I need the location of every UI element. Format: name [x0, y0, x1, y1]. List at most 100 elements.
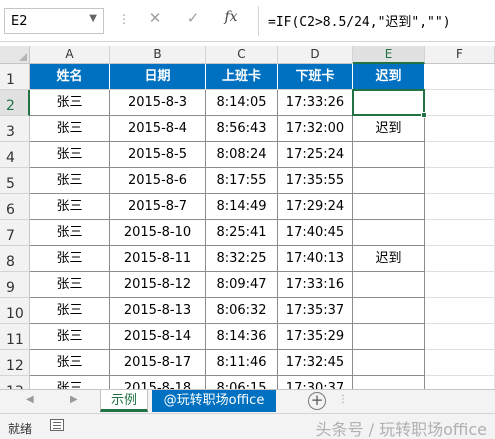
cell-a13[interactable]: 张三 — [30, 376, 110, 389]
cell-f4[interactable] — [425, 142, 495, 168]
cell-a3[interactable]: 张三 — [30, 116, 110, 142]
cell-c2[interactable]: 8:14:05 — [206, 90, 278, 116]
row-header-3[interactable]: 3 — [0, 116, 30, 142]
cancel-icon[interactable]: ✕ — [143, 9, 167, 31]
cell-f11[interactable] — [425, 324, 495, 350]
cell-e11[interactable] — [353, 324, 425, 350]
cell-b9[interactable]: 2015-8-12 — [110, 272, 206, 298]
cell-f12[interactable] — [425, 350, 495, 376]
cell-e2[interactable] — [353, 90, 425, 116]
cell-c4[interactable]: 8:08:24 — [206, 142, 278, 168]
cell-e10[interactable] — [353, 298, 425, 324]
column-header-c[interactable]: C — [206, 46, 278, 64]
cell-d10[interactable]: 17:35:37 — [278, 298, 353, 324]
insert-function-icon[interactable]: fx — [219, 9, 243, 31]
sheet-tab-example[interactable]: 示例 — [100, 390, 148, 412]
row-header-10[interactable]: 10 — [0, 298, 30, 324]
cell-f9[interactable] — [425, 272, 495, 298]
cell-d4[interactable]: 17:25:24 — [278, 142, 353, 168]
cell-a12[interactable]: 张三 — [30, 350, 110, 376]
column-header-a[interactable]: A — [30, 46, 110, 64]
cell-a2[interactable]: 张三 — [30, 90, 110, 116]
cell-e7[interactable] — [353, 220, 425, 246]
cell-d8[interactable]: 17:40:13 — [278, 246, 353, 272]
cell-f5[interactable] — [425, 168, 495, 194]
cell-e3[interactable]: 迟到 — [353, 116, 425, 142]
cell-b13[interactable]: 2015-8-18 — [110, 376, 206, 389]
cell-e9[interactable] — [353, 272, 425, 298]
cell-b4[interactable]: 2015-8-5 — [110, 142, 206, 168]
cell-c12[interactable]: 8:11:46 — [206, 350, 278, 376]
cell-d3[interactable]: 17:32:00 — [278, 116, 353, 142]
cell-d11[interactable]: 17:35:29 — [278, 324, 353, 350]
formula-input[interactable]: =IF(C2>8.5/24,"迟到","") — [268, 11, 451, 30]
cell-a9[interactable]: 张三 — [30, 272, 110, 298]
cell-a1[interactable]: 姓名 — [30, 64, 110, 90]
cell-c13[interactable]: 8:06:15 — [206, 376, 278, 389]
row-header-13[interactable]: 13 — [0, 376, 30, 389]
column-header-e[interactable]: E — [353, 46, 425, 64]
cell-f13[interactable] — [425, 376, 495, 389]
cell-f6[interactable] — [425, 194, 495, 220]
cell-f1[interactable] — [425, 64, 495, 90]
cell-e1[interactable]: 迟到 — [353, 64, 425, 90]
cell-e5[interactable] — [353, 168, 425, 194]
column-header-d[interactable]: D — [278, 46, 353, 64]
cell-e12[interactable] — [353, 350, 425, 376]
cell-a4[interactable]: 张三 — [30, 142, 110, 168]
row-header-11[interactable]: 11 — [0, 324, 30, 350]
cell-b10[interactable]: 2015-8-13 — [110, 298, 206, 324]
cell-b11[interactable]: 2015-8-14 — [110, 324, 206, 350]
cell-e6[interactable] — [353, 194, 425, 220]
cell-d9[interactable]: 17:33:16 — [278, 272, 353, 298]
cell-a7[interactable]: 张三 — [30, 220, 110, 246]
scroll-right-icon[interactable]: ▶ — [70, 394, 78, 405]
cell-d2[interactable]: 17:33:26 — [278, 90, 353, 116]
cell-c1[interactable]: 上班卡 — [206, 64, 278, 90]
column-header-f[interactable]: F — [425, 46, 495, 64]
drag-handle-icon[interactable]: ⋮ — [118, 12, 130, 26]
cell-b12[interactable]: 2015-8-17 — [110, 350, 206, 376]
cell-c8[interactable]: 8:32:25 — [206, 246, 278, 272]
cell-b1[interactable]: 日期 — [110, 64, 206, 90]
cell-c6[interactable]: 8:14:49 — [206, 194, 278, 220]
more-icon[interactable]: ⋮ — [338, 394, 348, 405]
cell-f7[interactable] — [425, 220, 495, 246]
cell-b5[interactable]: 2015-8-6 — [110, 168, 206, 194]
row-header-12[interactable]: 12 — [0, 350, 30, 376]
cell-b6[interactable]: 2015-8-7 — [110, 194, 206, 220]
cell-a5[interactable]: 张三 — [30, 168, 110, 194]
cell-d12[interactable]: 17:32:45 — [278, 350, 353, 376]
row-header-2[interactable]: 2 — [0, 90, 30, 116]
row-header-1[interactable]: 1 — [0, 64, 30, 90]
enter-icon[interactable]: ✓ — [181, 9, 205, 31]
cell-c5[interactable]: 8:17:55 — [206, 168, 278, 194]
cell-d6[interactable]: 17:29:24 — [278, 194, 353, 220]
cell-b8[interactable]: 2015-8-11 — [110, 246, 206, 272]
sheet-tab-office[interactable]: @玩转职场office — [152, 390, 276, 412]
name-box[interactable]: E2 ▼ — [4, 8, 104, 34]
cell-b7[interactable]: 2015-8-10 — [110, 220, 206, 246]
cell-e8[interactable]: 迟到 — [353, 246, 425, 272]
row-header-9[interactable]: 9 — [0, 272, 30, 298]
chevron-down-icon[interactable]: ▼ — [89, 13, 97, 24]
add-sheet-icon[interactable]: + — [308, 392, 326, 410]
cell-c3[interactable]: 8:56:43 — [206, 116, 278, 142]
row-header-8[interactable]: 8 — [0, 246, 30, 272]
cell-c11[interactable]: 8:14:36 — [206, 324, 278, 350]
cell-f8[interactable] — [425, 246, 495, 272]
cell-f3[interactable] — [425, 116, 495, 142]
row-header-6[interactable]: 6 — [0, 194, 30, 220]
cell-d1[interactable]: 下班卡 — [278, 64, 353, 90]
cell-c10[interactable]: 8:06:32 — [206, 298, 278, 324]
cell-a10[interactable]: 张三 — [30, 298, 110, 324]
fill-handle[interactable] — [421, 112, 427, 118]
macro-record-icon[interactable] — [50, 419, 64, 431]
cell-f10[interactable] — [425, 298, 495, 324]
cell-a8[interactable]: 张三 — [30, 246, 110, 272]
cell-d13[interactable]: 17:30:37 — [278, 376, 353, 389]
scroll-left-icon[interactable]: ◀ — [26, 394, 34, 405]
cell-e13[interactable] — [353, 376, 425, 389]
cell-a6[interactable]: 张三 — [30, 194, 110, 220]
cell-b2[interactable]: 2015-8-3 — [110, 90, 206, 116]
